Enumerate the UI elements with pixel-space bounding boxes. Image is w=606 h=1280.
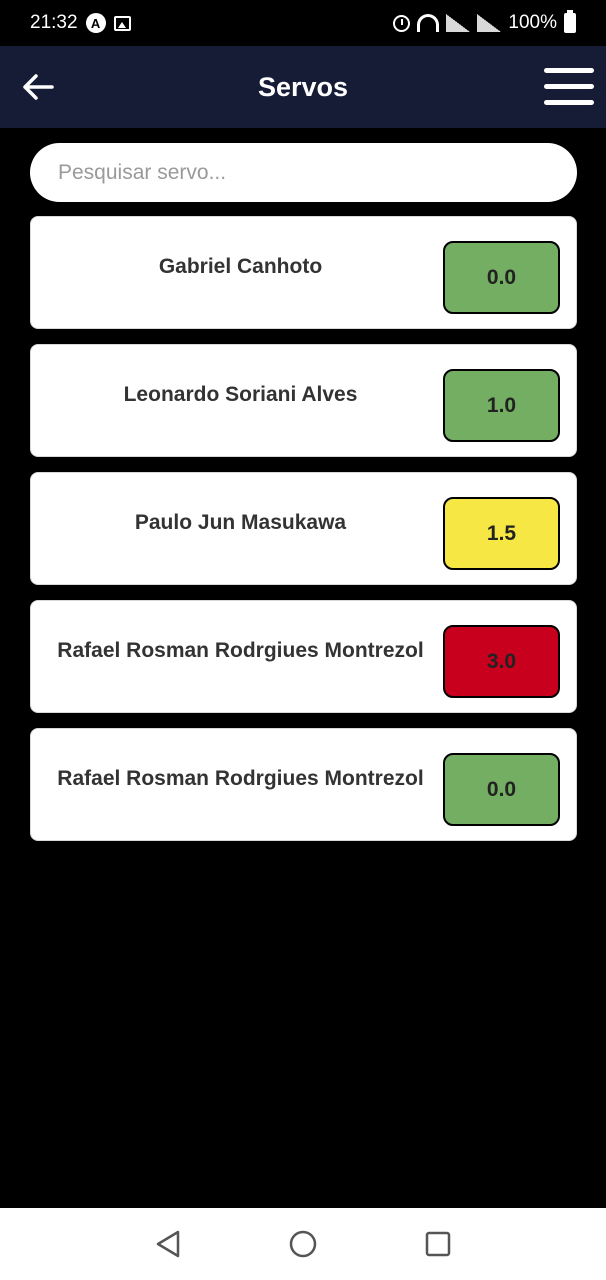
servo-list: Gabriel Canhoto 0.0 Leonardo Soriani Alv… xyxy=(30,216,577,856)
search-input[interactable] xyxy=(30,143,577,202)
battery-icon xyxy=(564,10,576,33)
back-triangle-icon xyxy=(156,1230,179,1258)
servo-name: Rafael Rosman Rodrgiues Montrezol xyxy=(57,766,424,790)
battery-percent: 100% xyxy=(508,12,557,33)
servo-score-badge: 3.0 xyxy=(443,625,560,698)
hamburger-line xyxy=(544,84,594,89)
servo-card[interactable]: Rafael Rosman Rodrgiues Montrezol 3.0 xyxy=(30,600,577,713)
signal-icon xyxy=(446,14,471,32)
servo-name: Rafael Rosman Rodrgiues Montrezol xyxy=(57,638,424,662)
servo-score-badge: 1.5 xyxy=(443,497,560,570)
back-button[interactable] xyxy=(22,73,54,101)
home-circle-icon xyxy=(289,1230,317,1258)
status-bar: 21:32 A 100% xyxy=(0,0,606,46)
signal-icon xyxy=(477,14,502,32)
servo-card[interactable]: Paulo Jun Masukawa 1.5 xyxy=(30,472,577,585)
nav-recents-button[interactable] xyxy=(418,1224,458,1264)
arrow-left-icon xyxy=(23,74,54,100)
recents-square-icon xyxy=(426,1231,451,1257)
a-circle-icon: A xyxy=(85,13,106,33)
image-icon xyxy=(113,15,131,31)
status-left: 21:32 A xyxy=(30,12,131,34)
servo-name: Leonardo Soriani Alves xyxy=(123,382,358,406)
alarm-icon xyxy=(393,14,411,32)
servo-name: Paulo Jun Masukawa xyxy=(134,510,347,534)
app-header: Servos xyxy=(0,46,606,128)
servo-card[interactable]: Rafael Rosman Rodrgiues Montrezol 0.0 xyxy=(30,728,577,841)
servo-card[interactable]: Leonardo Soriani Alves 1.0 xyxy=(30,344,577,457)
status-time: 21:32 xyxy=(30,12,78,33)
system-nav-bar xyxy=(0,1208,606,1280)
wifi-icon xyxy=(417,14,440,32)
servo-score-badge: 0.0 xyxy=(443,241,560,314)
hamburger-line xyxy=(544,100,594,105)
page-title: Servos xyxy=(257,71,349,102)
servo-card[interactable]: Gabriel Canhoto 0.0 xyxy=(30,216,577,329)
servo-name: Gabriel Canhoto xyxy=(158,254,323,278)
nav-back-button[interactable] xyxy=(148,1224,188,1264)
nav-home-button[interactable] xyxy=(283,1224,323,1264)
servo-score-badge: 0.0 xyxy=(443,753,560,826)
menu-button[interactable] xyxy=(544,68,594,106)
status-right: 100% xyxy=(393,10,576,34)
hamburger-line xyxy=(544,68,594,73)
servo-score-badge: 1.0 xyxy=(443,369,560,442)
